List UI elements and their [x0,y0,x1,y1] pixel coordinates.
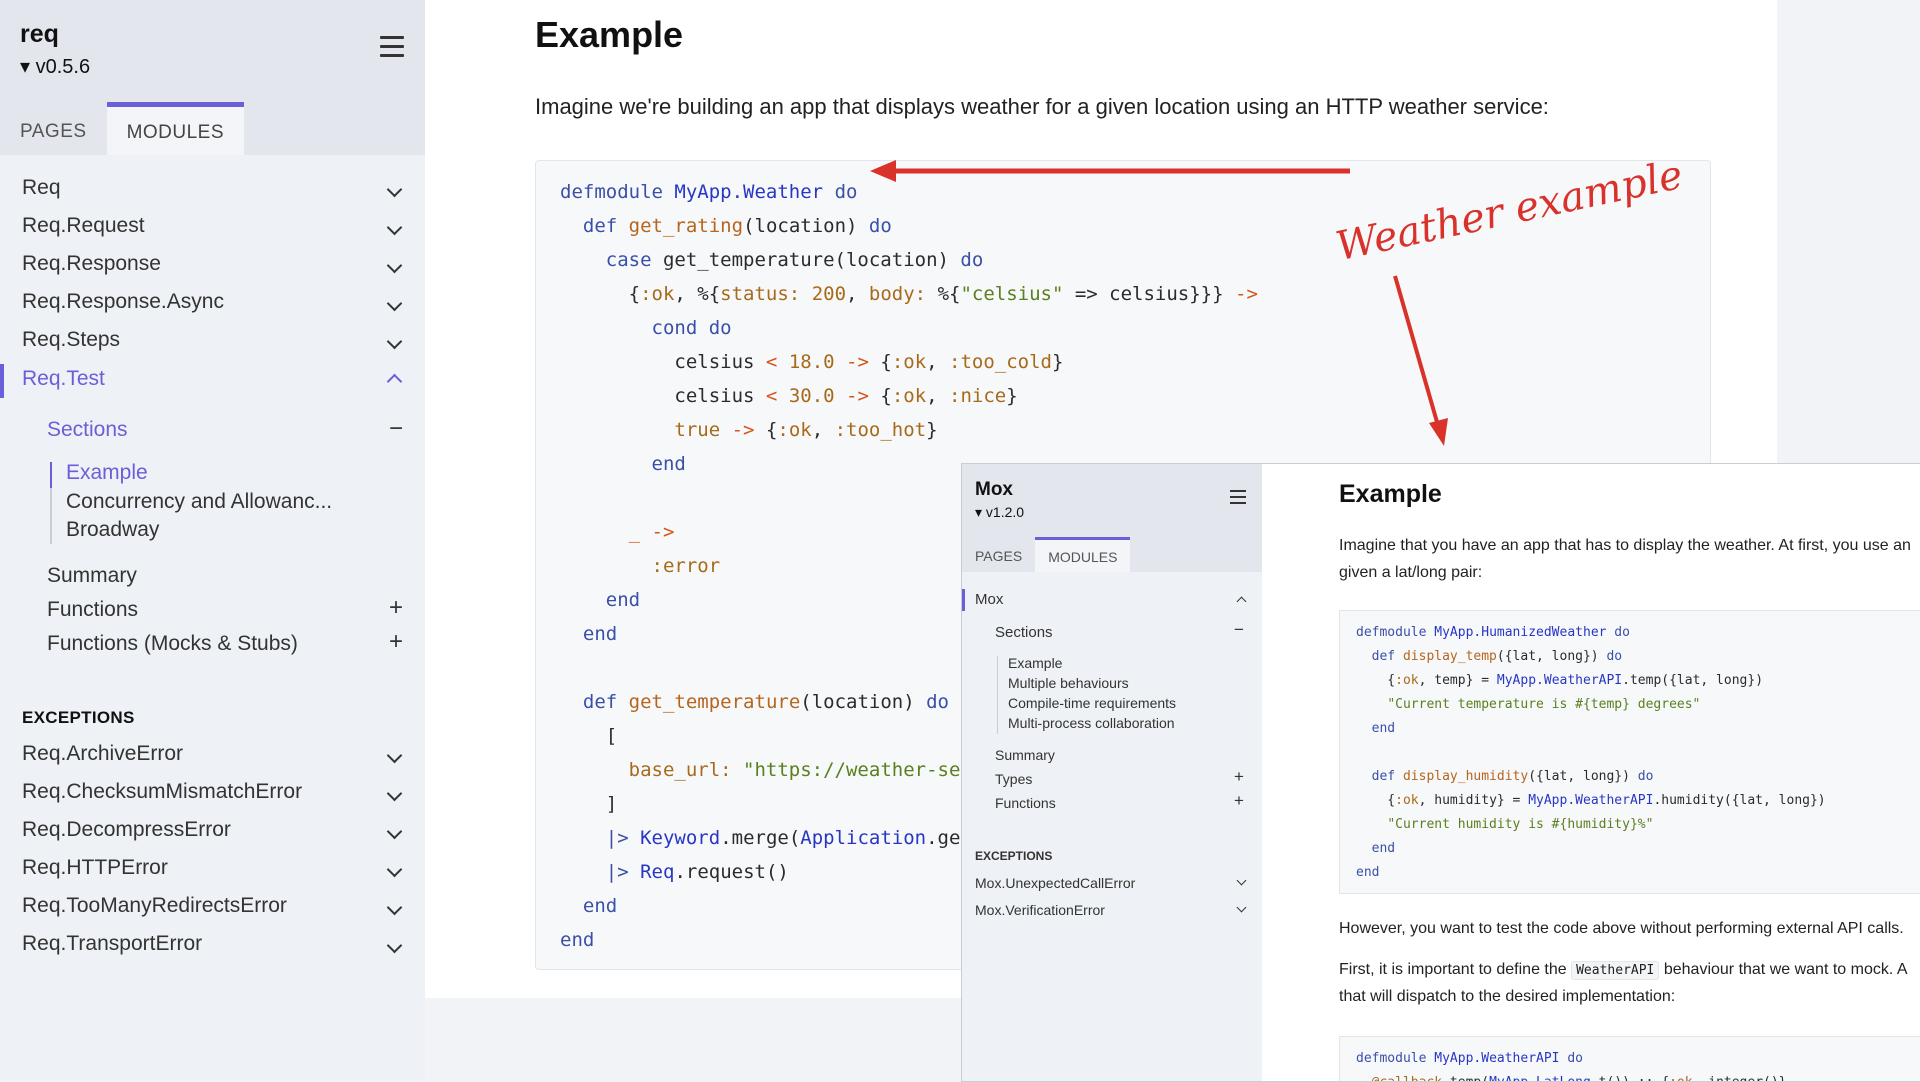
mox-functions-toggle[interactable]: Functions [995,795,1056,811]
mox-sections-toggle[interactable]: Sections [995,624,1053,641]
mox-code-block: defmodule MyApp.HumanizedWeather do def … [1339,610,1920,894]
mox-hamburger-icon[interactable] [1230,490,1246,508]
mox-paragraph-1-line-2: given a lat/long pair: [1339,564,1483,581]
mox-tab-modules[interactable]: MODULES [1035,537,1131,572]
mox-tabs: PAGES MODULES [962,537,1131,572]
expand-plus-icon[interactable]: + [1234,767,1244,787]
chevron-down-icon[interactable] [1236,877,1246,887]
arrowhead-down [1429,418,1448,446]
mox-section-multiple[interactable]: Multiple behaviours [1008,675,1129,691]
mox-paragraph-3-line-1: First, it is important to define the Wea… [1339,956,1908,984]
mox-paragraph-3-pre: First, it is important to define the [1339,961,1567,978]
mox-paragraph-3-line-2: that will dispatch to the desired implem… [1339,988,1676,1005]
mox-active-indicator [962,589,965,611]
arrowhead-left [870,160,896,182]
mox-summary-link[interactable]: Summary [995,747,1055,763]
mox-code-text: defmodule MyApp.HumanizedWeather do def … [1356,625,1826,880]
arrow-down [1393,275,1439,423]
mox-section-multiprocess[interactable]: Multi-process collaboration [1008,715,1175,731]
mox-section-example[interactable]: Example [1008,655,1062,671]
mox-section-compile[interactable]: Compile-time requirements [1008,695,1176,711]
mox-sidebar-item-mox[interactable]: Mox [975,591,1003,608]
mox-sidebar: Mox ▾ v1.2.0 PAGES MODULES Mox Sections … [962,464,1262,1081]
mox-page-title: Example [1339,480,1442,508]
mox-unexpected-call-error[interactable]: Mox.UnexpectedCallError [975,875,1135,891]
mox-verification-error[interactable]: Mox.VerificationError [975,902,1105,918]
chevron-down-icon[interactable] [1236,904,1246,914]
collapse-minus-icon[interactable]: − [1234,620,1244,640]
mox-section-rail [997,656,998,734]
mox-screenshot-overlay: Mox ▾ v1.2.0 PAGES MODULES Mox Sections … [961,463,1920,1082]
mox-content: Example Imagine that you have an app tha… [1262,464,1920,1081]
mox-tab-pages[interactable]: PAGES [962,537,1035,572]
mox-types-toggle[interactable]: Types [995,771,1032,787]
mox-project-name[interactable]: Mox [975,479,1013,501]
mox-paragraph-1-line-1: Imagine that you have an app that has to… [1339,537,1911,554]
mox-paragraph-3-post: behaviour that we want to mock. A [1663,961,1908,978]
mox-sidebar-header: Mox ▾ v1.2.0 PAGES MODULES [962,464,1262,572]
mox-inline-code: WeatherAPI [1571,961,1660,980]
mox-exceptions-heading: EXCEPTIONS [975,849,1053,863]
mox-code-text-2: defmodule MyApp.WeatherAPI do @callback … [1356,1051,1787,1081]
chevron-up-icon[interactable] [1236,595,1246,605]
mox-version-selector[interactable]: ▾ v1.2.0 [975,504,1024,521]
mox-paragraph-2: However, you want to test the code above… [1339,920,1904,937]
mox-code-block-2: defmodule MyApp.WeatherAPI do @callback … [1339,1036,1920,1081]
expand-plus-icon[interactable]: + [1234,791,1244,811]
